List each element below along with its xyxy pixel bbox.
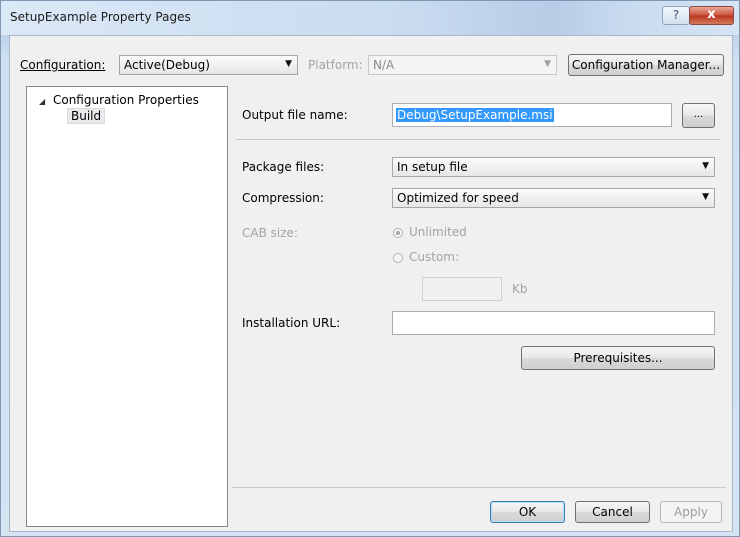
installation-url-label: Installation URL: — [242, 316, 341, 330]
custom-size-field[interactable] — [422, 277, 502, 301]
close-button[interactable]: x — [689, 6, 734, 25]
platform-dropdown[interactable]: N/A ▼ — [368, 55, 557, 75]
chevron-down-icon: ▼ — [702, 192, 709, 202]
configuration-dropdown[interactable]: Active(Debug) ▼ — [119, 55, 298, 75]
configuration-manager-label: Configuration Manager... — [571, 58, 721, 72]
package-files-value: In setup file — [397, 160, 468, 174]
cab-size-label: CAB size: — [242, 226, 298, 240]
installation-url-field[interactable] — [392, 311, 715, 335]
radio-icon[interactable] — [393, 228, 403, 238]
custom-label: Custom: — [409, 250, 460, 264]
prerequisites-button[interactable]: Prerequisites... — [521, 346, 715, 370]
configuration-label: Configuration: — [20, 58, 106, 72]
browse-label: ... — [693, 109, 704, 120]
help-button[interactable]: ? — [662, 6, 690, 25]
configuration-value: Active(Debug) — [124, 58, 210, 72]
cancel-label: Cancel — [592, 505, 633, 519]
output-file-name-value: Debug\SetupExample.msi — [396, 108, 554, 122]
tree-item-configuration-properties[interactable]: ◢ Configuration Properties — [39, 93, 199, 107]
radio-icon[interactable] — [393, 253, 403, 263]
output-file-name-field[interactable]: Debug\SetupExample.msi — [392, 103, 672, 127]
kb-label: Kb — [512, 282, 528, 296]
prerequisites-label: Prerequisites... — [573, 351, 663, 365]
property-pages-window: SetupExample Property Pages ? x Configur… — [0, 0, 740, 537]
cancel-button[interactable]: Cancel — [575, 501, 650, 523]
apply-label: Apply — [674, 505, 708, 519]
browse-button[interactable]: ... — [682, 103, 715, 128]
ok-button[interactable]: OK — [490, 501, 565, 523]
compression-label: Compression: — [242, 191, 324, 205]
chevron-down-icon: ▼ — [702, 161, 709, 171]
property-tree[interactable]: ◢ Configuration Properties Build — [26, 86, 228, 527]
compression-dropdown[interactable]: Optimized for speed ▼ — [392, 188, 715, 208]
chevron-down-icon: ▼ — [285, 59, 292, 69]
unlimited-label: Unlimited — [409, 225, 467, 239]
footer-divider — [232, 487, 726, 488]
compression-value: Optimized for speed — [397, 191, 519, 205]
expander-icon[interactable]: ◢ — [39, 97, 45, 106]
section-divider — [236, 139, 720, 140]
package-files-dropdown[interactable]: In setup file ▼ — [392, 157, 715, 177]
tree-item-build[interactable]: Build — [67, 108, 106, 124]
apply-button[interactable]: Apply — [660, 501, 722, 523]
package-files-label: Package files: — [242, 160, 325, 174]
configuration-manager-button[interactable]: Configuration Manager... — [568, 54, 724, 76]
ok-label: OK — [518, 505, 537, 519]
window-title: SetupExample Property Pages — [10, 10, 191, 24]
chevron-down-icon: ▼ — [544, 59, 551, 69]
platform-value: N/A — [373, 58, 395, 72]
output-file-name-label: Output file name: — [242, 108, 348, 122]
platform-label: Platform: — [308, 58, 363, 72]
tree-item-label: Configuration Properties — [52, 93, 199, 107]
tree-item-label: Build — [67, 108, 106, 124]
dialog-client-area: Configuration: Active(Debug) ▼ Platform:… — [9, 35, 733, 532]
title-bar[interactable]: SetupExample Property Pages ? x — [1, 1, 739, 35]
